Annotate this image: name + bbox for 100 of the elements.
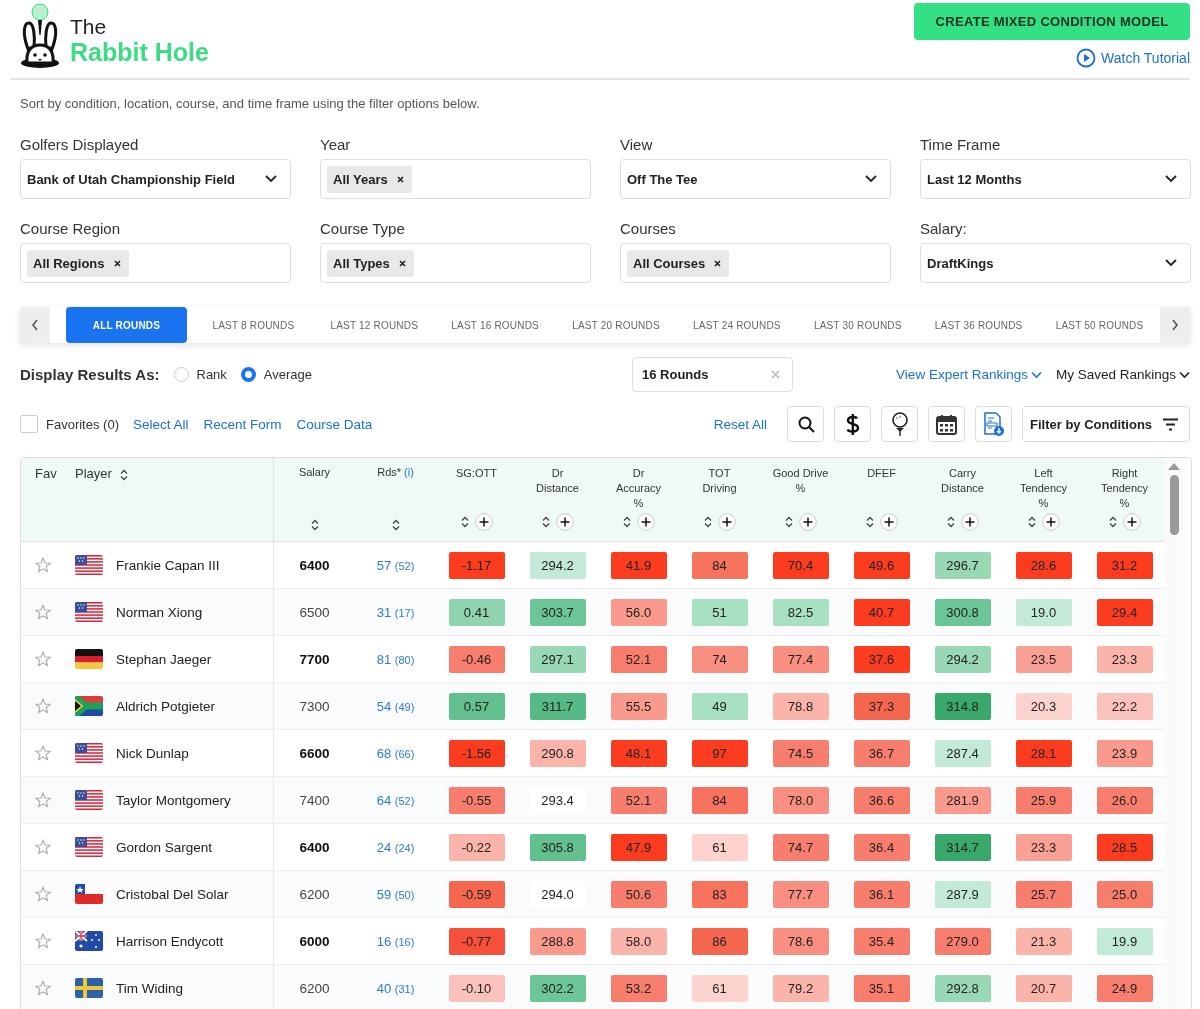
create-model-button[interactable]: CREATE MIXED CONDITION MODEL bbox=[914, 3, 1190, 40]
radio-option[interactable]: Rank bbox=[173, 367, 227, 382]
round-tab[interactable]: LAST 50 ROUNDS bbox=[1039, 307, 1160, 343]
rounds-link[interactable]: 31 (17) bbox=[376, 604, 415, 620]
filter-icon bbox=[1162, 417, 1179, 431]
rounds-field[interactable]: 16 Rounds bbox=[632, 357, 793, 392]
dropdown-field[interactable]: Last 12 Months bbox=[920, 159, 1191, 199]
add-column-icon[interactable] bbox=[960, 513, 979, 531]
toolbar-link[interactable]: Course Data bbox=[296, 416, 373, 432]
salary-button[interactable] bbox=[834, 406, 871, 442]
tag-field[interactable]: All Years bbox=[320, 159, 591, 199]
rounds-link[interactable]: 54 (49) bbox=[376, 698, 415, 714]
rounds-link[interactable]: 57 (52) bbox=[376, 557, 415, 573]
filter-chip[interactable]: All Types bbox=[327, 249, 414, 277]
search-button[interactable] bbox=[787, 406, 824, 442]
tag-field[interactable]: All Courses bbox=[620, 243, 891, 283]
column-header[interactable]: Player bbox=[75, 466, 112, 481]
rounds-link[interactable]: 68 (66) bbox=[376, 745, 415, 761]
column-header[interactable]: Carry Distance bbox=[941, 466, 984, 496]
add-column-icon[interactable] bbox=[879, 513, 898, 531]
stat-value: 23.3 bbox=[1015, 833, 1072, 861]
rounds-link[interactable]: 16 (16) bbox=[376, 933, 415, 949]
star-icon[interactable] bbox=[35, 698, 51, 714]
star-icon[interactable] bbox=[35, 557, 51, 573]
star-icon[interactable] bbox=[35, 792, 51, 808]
dollar-icon bbox=[844, 412, 861, 436]
player-name[interactable]: Nick Dunlap bbox=[116, 745, 189, 761]
star-icon[interactable] bbox=[35, 604, 51, 620]
dropdown-field[interactable]: DraftKings bbox=[920, 243, 1191, 283]
player-name[interactable]: Harrison Endycott bbox=[116, 933, 224, 949]
dropdown-field[interactable]: Bank of Utah Championship Field bbox=[20, 159, 291, 199]
player-name[interactable]: Taylor Montgomery bbox=[116, 792, 231, 808]
add-column-icon[interactable] bbox=[1041, 513, 1060, 531]
watch-tutorial-link[interactable]: Watch Tutorial bbox=[1076, 48, 1190, 68]
stat-value: 31.2 bbox=[1096, 551, 1153, 579]
tag-field[interactable]: All Regions bbox=[20, 243, 291, 283]
add-column-icon[interactable] bbox=[636, 513, 655, 531]
filter-chip[interactable]: All Courses bbox=[627, 249, 730, 277]
player-name[interactable]: Norman Xiong bbox=[116, 604, 203, 620]
player-name[interactable]: Tim Widing bbox=[116, 980, 183, 996]
rounds-link[interactable]: 40 (31) bbox=[376, 980, 415, 996]
add-column-icon[interactable] bbox=[555, 513, 574, 531]
rounds-link[interactable]: 24 (24) bbox=[376, 839, 415, 855]
dropdown-field[interactable]: Off The Tee bbox=[620, 159, 891, 199]
calendar-button[interactable] bbox=[928, 406, 965, 442]
star-icon[interactable] bbox=[35, 745, 51, 761]
stat-value: 26.0 bbox=[1096, 786, 1153, 814]
round-tab[interactable]: LAST 36 ROUNDS bbox=[918, 307, 1040, 343]
round-tab[interactable]: LAST 20 ROUNDS bbox=[555, 307, 677, 343]
stat-value: 25.9 bbox=[1015, 786, 1072, 814]
round-tab[interactable]: ALL ROUNDS bbox=[66, 307, 187, 343]
reset-all-link[interactable]: Reset All bbox=[713, 416, 767, 432]
golf-button[interactable] bbox=[881, 406, 918, 442]
stat-value: 287.9 bbox=[934, 880, 991, 908]
column-header[interactable]: Rds* bbox=[377, 466, 402, 478]
star-icon[interactable] bbox=[35, 980, 51, 996]
column-header[interactable]: Salary bbox=[298, 466, 331, 478]
column-header[interactable]: TOT Driving bbox=[702, 466, 737, 496]
column-header[interactable]: Dr Distance bbox=[536, 466, 579, 496]
toolbar-link[interactable]: Select All bbox=[132, 416, 189, 432]
filter-chip[interactable]: All Years bbox=[327, 165, 412, 193]
star-icon[interactable] bbox=[35, 651, 51, 667]
filter-conditions-button[interactable]: Filter by Conditions bbox=[1022, 406, 1190, 442]
add-column-icon[interactable] bbox=[717, 513, 736, 531]
rounds-link[interactable]: 59 (50) bbox=[376, 886, 415, 902]
scrollbar[interactable] bbox=[1165, 458, 1183, 1009]
rounds-link[interactable]: 81 (80) bbox=[376, 651, 415, 667]
radio-option[interactable]: Average bbox=[240, 367, 313, 382]
player-name[interactable]: Gordon Sargent bbox=[116, 839, 213, 855]
round-tab[interactable]: LAST 8 ROUNDS bbox=[192, 307, 314, 343]
sort-icon bbox=[622, 516, 631, 528]
round-tab[interactable]: LAST 16 ROUNDS bbox=[434, 307, 556, 343]
column-header[interactable]: SG:OTT bbox=[456, 466, 497, 481]
golf-ball-icon bbox=[890, 412, 909, 436]
info-link[interactable]: (i) bbox=[404, 466, 414, 478]
star-icon[interactable] bbox=[35, 839, 51, 855]
favorites-checkbox[interactable]: Favorites (0) bbox=[20, 415, 119, 433]
export-button[interactable] bbox=[975, 406, 1012, 442]
rounds-link[interactable]: 64 (52) bbox=[376, 792, 415, 808]
filter-chip[interactable]: All Regions bbox=[27, 249, 129, 277]
stat-value: 84 bbox=[691, 786, 748, 814]
player-name[interactable]: Cristobal Del Solar bbox=[116, 886, 229, 902]
add-column-icon[interactable] bbox=[474, 513, 493, 531]
add-column-icon[interactable] bbox=[1122, 513, 1141, 531]
player-name[interactable]: Aldrich Potgieter bbox=[116, 698, 216, 714]
star-icon[interactable] bbox=[35, 933, 51, 949]
toolbar-link[interactable]: Recent Form bbox=[203, 416, 282, 432]
rankings-dropdown[interactable]: My Saved Rankings bbox=[1055, 367, 1190, 382]
round-tab[interactable]: LAST 24 ROUNDS bbox=[676, 307, 798, 343]
round-tab[interactable]: LAST 30 ROUNDS bbox=[797, 307, 919, 343]
round-tab[interactable]: LAST 12 ROUNDS bbox=[313, 307, 435, 343]
stat-value: 36.6 bbox=[853, 786, 910, 814]
tag-field[interactable]: All Types bbox=[320, 243, 591, 283]
column-header[interactable]: DFEF bbox=[867, 466, 896, 481]
rankings-dropdown[interactable]: View Expert Rankings bbox=[896, 367, 1042, 382]
stat-value: 288.8 bbox=[529, 927, 586, 955]
star-icon[interactable] bbox=[35, 886, 51, 902]
player-name[interactable]: Frankie Capan III bbox=[116, 557, 220, 573]
player-name[interactable]: Stephan Jaeger bbox=[116, 651, 212, 667]
add-column-icon[interactable] bbox=[798, 513, 817, 531]
